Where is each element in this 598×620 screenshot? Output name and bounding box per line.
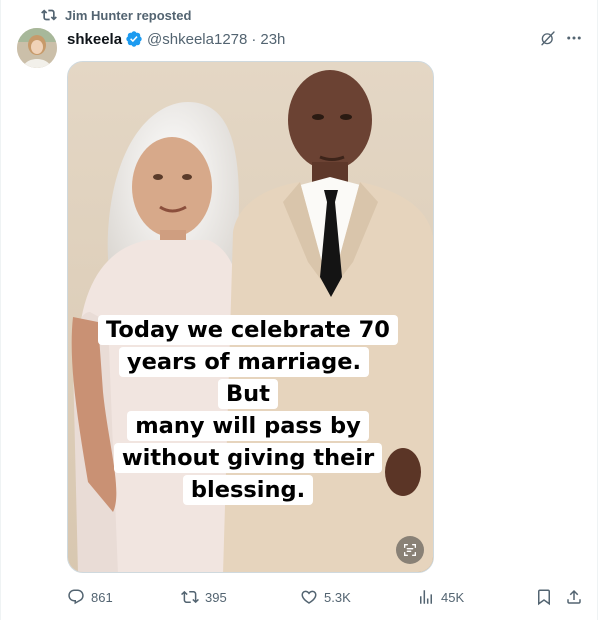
avatar-image: [17, 28, 57, 68]
post-header: shkeela @shkeela1278 · 23h: [67, 29, 285, 49]
author-handle[interactable]: @shkeela1278: [147, 31, 247, 48]
post[interactable]: Jim Hunter reposted shkeela @shkeela1278…: [0, 0, 598, 620]
more-options-icon[interactable]: [565, 29, 583, 47]
action-bar: 861 395 5.3K 45K: [67, 586, 583, 608]
bookmark-icon: [538, 589, 550, 606]
post-time[interactable]: 23h: [260, 31, 285, 48]
caption-line: Today we celebrate 70: [98, 315, 398, 345]
like-count: 5.3K: [324, 589, 351, 605]
views-count: 45K: [441, 589, 465, 605]
repost-icon: [41, 9, 57, 21]
grok-icon[interactable]: [539, 29, 557, 47]
like-button[interactable]: 5.3K: [300, 586, 351, 608]
caption-line: blessing.: [182, 475, 314, 505]
bookmark-button[interactable]: [535, 586, 553, 608]
post-media[interactable]: Today we celebrate 70 years of marriage.…: [67, 61, 434, 573]
repost-icon: [181, 590, 199, 604]
avatar[interactable]: [17, 28, 57, 68]
caption-line: without giving their: [113, 443, 383, 473]
reply-count: 861: [91, 589, 113, 605]
views-chart-icon: [420, 590, 432, 604]
author-name[interactable]: shkeela: [67, 31, 122, 48]
heart-icon: [301, 590, 317, 604]
image-caption: Today we celebrate 70 years of marriage.…: [98, 314, 398, 506]
reply-button[interactable]: 861: [67, 586, 113, 608]
views-button[interactable]: 45K: [417, 586, 464, 608]
reply-icon: [68, 589, 84, 605]
caption-line: years of marriage. But: [118, 347, 370, 409]
caption-line: many will pass by: [127, 411, 369, 441]
repost-context[interactable]: Jim Hunter reposted: [41, 6, 191, 24]
repost-button[interactable]: 395: [181, 586, 227, 608]
image-text-scan-button[interactable]: [396, 536, 424, 564]
share-button[interactable]: [565, 586, 583, 608]
repost-text: Jim Hunter reposted: [65, 7, 192, 23]
verified-badge-icon: [126, 31, 142, 47]
share-icon: [567, 589, 581, 604]
repost-count: 395: [205, 589, 227, 605]
scan-text-icon: [404, 544, 416, 556]
separator-dot: ·: [251, 30, 257, 48]
